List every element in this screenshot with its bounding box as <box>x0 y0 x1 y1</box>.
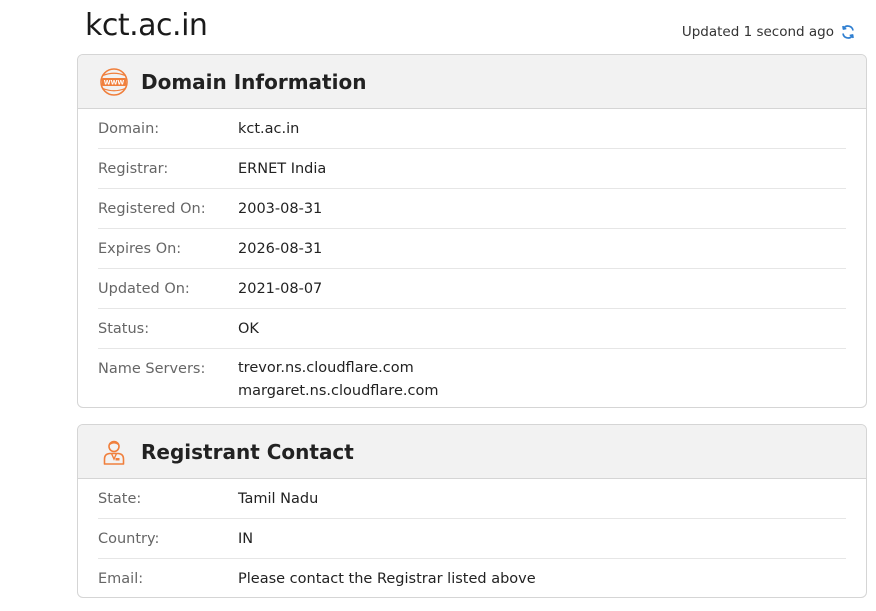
update-status: Updated 1 second ago <box>682 24 856 40</box>
registrant-contact-card: Registrant Contact State: Tamil Nadu Cou… <box>77 424 867 598</box>
contact-row-country: Country: IN <box>98 519 846 559</box>
contact-row-state: State: Tamil Nadu <box>98 479 846 519</box>
row-value: 2026-08-31 <box>238 241 323 257</box>
section-title: Registrant Contact <box>141 439 354 464</box>
refresh-icon[interactable] <box>840 24 856 40</box>
domain-information-header: WWW Domain Information <box>78 55 866 109</box>
info-row-status: Status: OK <box>98 309 846 349</box>
row-value: ERNET India <box>238 161 327 177</box>
row-value: IN <box>238 531 254 547</box>
domain-information-card: WWW Domain Information Domain: kct.ac.in… <box>77 54 867 408</box>
name-server: margaret.ns.cloudflare.com <box>238 383 439 399</box>
registrant-info-list: State: Tamil Nadu Country: IN Email: Ple… <box>78 479 866 597</box>
person-icon <box>99 437 129 467</box>
row-label: Country: <box>98 531 160 547</box>
row-label: Domain: <box>98 121 160 137</box>
info-row-updated-on: Updated On: 2021-08-07 <box>98 269 846 309</box>
row-value: kct.ac.in <box>238 121 300 137</box>
name-server: trevor.ns.cloudflare.com <box>238 360 414 376</box>
row-value: 2021-08-07 <box>238 281 323 297</box>
row-label: Expires On: <box>98 241 182 257</box>
page-title: kct.ac.in <box>85 8 208 43</box>
row-value: 2003-08-31 <box>238 201 323 217</box>
row-value: Please contact the Registrar listed abov… <box>238 571 536 587</box>
row-label: Name Servers: <box>98 361 206 377</box>
info-row-registrar: Registrar: ERNET India <box>98 149 846 189</box>
row-label: Email: <box>98 571 144 587</box>
contact-row-email: Email: Please contact the Registrar list… <box>98 559 846 597</box>
registrant-contact-header: Registrant Contact <box>78 425 866 479</box>
name-server-list: trevor.ns.cloudflare.com margaret.ns.clo… <box>238 357 438 403</box>
info-row-name-servers: Name Servers: trevor.ns.cloudflare.com m… <box>98 349 846 407</box>
row-value: OK <box>238 321 259 337</box>
row-label: Registered On: <box>98 201 206 217</box>
domain-info-list: Domain: kct.ac.in Registrar: ERNET India… <box>78 109 866 407</box>
row-label: Registrar: <box>98 161 169 177</box>
row-label: Status: <box>98 321 150 337</box>
info-row-registered-on: Registered On: 2003-08-31 <box>98 189 846 229</box>
row-label: State: <box>98 491 142 507</box>
info-row-expires-on: Expires On: 2026-08-31 <box>98 229 846 269</box>
row-value: Tamil Nadu <box>238 491 319 507</box>
info-row-domain: Domain: kct.ac.in <box>98 109 846 149</box>
row-label: Updated On: <box>98 281 190 297</box>
whois-page: kct.ac.in Updated 1 second ago WWW Domai… <box>0 0 876 611</box>
updated-text: Updated 1 second ago <box>681 24 834 40</box>
svg-text:WWW: WWW <box>104 79 125 86</box>
section-title: Domain Information <box>141 69 367 94</box>
www-globe-icon: WWW <box>99 67 129 97</box>
